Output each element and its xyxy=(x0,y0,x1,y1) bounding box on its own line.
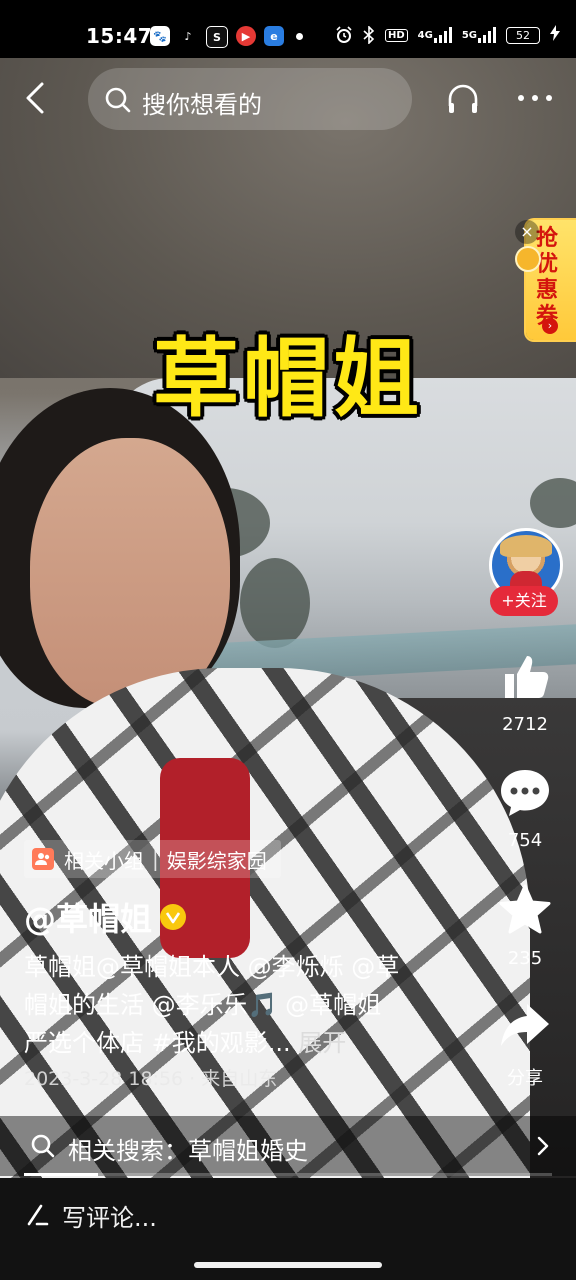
search-input[interactable]: 搜你想看的 xyxy=(88,68,412,130)
follow-button[interactable]: +关注 xyxy=(490,586,558,616)
pen-icon xyxy=(27,1204,49,1226)
home-indicator[interactable] xyxy=(194,1262,382,1268)
post-date-location: 2023-3-28 18:56 · 来自山东 xyxy=(24,1068,278,1090)
author-name-row[interactable]: @草帽姐 xyxy=(24,894,187,940)
signal-5g-icon: 5G xyxy=(462,27,496,43)
comment-bar: 写评论... xyxy=(0,1178,576,1280)
comment-count: 754 xyxy=(507,830,543,851)
group-name: 娱影综家园 xyxy=(166,848,267,873)
browser-icon: e xyxy=(264,26,284,46)
notification-icons: 🐾 ♪ S ▶ e xyxy=(150,26,303,48)
description-text: 严选个体店 #我的观影... xyxy=(24,1029,291,1057)
more-notifications-icon xyxy=(296,33,303,40)
youtube-icon: ▶ xyxy=(236,26,256,46)
status-time: 15:47 xyxy=(86,24,153,48)
alarm-icon xyxy=(335,26,353,44)
baidu-icon: 🐾 xyxy=(150,26,170,46)
avatar-hat xyxy=(500,535,552,557)
progress-fill xyxy=(24,1173,98,1176)
comment-input[interactable]: 写评论... xyxy=(62,1198,157,1233)
search-placeholder: 搜你想看的 xyxy=(142,91,262,119)
search-icon xyxy=(31,1134,55,1158)
like-count: 2712 xyxy=(502,714,548,735)
coin-icon xyxy=(515,246,541,272)
search-icon xyxy=(105,87,131,113)
like-button[interactable]: 2712 xyxy=(484,648,566,735)
back-button[interactable] xyxy=(18,80,54,116)
battery-icon: 52 xyxy=(506,26,540,44)
hd-icon: HD xyxy=(384,28,408,42)
star-icon xyxy=(499,884,551,934)
more-dots-icon xyxy=(518,95,552,101)
status-bar: 15:47 🐾 ♪ S ▶ e HD 4G 5G 52 xyxy=(0,0,576,58)
author-name: @草帽姐 xyxy=(24,900,153,938)
group-icon xyxy=(32,848,54,870)
chevron-right-icon xyxy=(537,1136,549,1156)
favorite-count: 235 xyxy=(507,948,543,969)
chevron-left-icon xyxy=(26,82,44,114)
share-arrow-icon xyxy=(501,1004,549,1046)
person-face xyxy=(30,438,230,708)
expand-link[interactable]: 展开 xyxy=(298,1029,346,1057)
description-line: 草帽姐@草帽姐本人 @李烁烁 @草 xyxy=(24,953,400,981)
favorite-button[interactable]: 235 xyxy=(484,882,566,969)
group-label: 相关小组 xyxy=(64,848,144,873)
coupon-close-button[interactable]: × xyxy=(515,220,539,244)
video-description[interactable]: 草帽姐@草帽姐本人 @李烁烁 @草 帽姐的生活 @李乐乐🎵 @草帽姐 严选个体店… xyxy=(24,948,464,1062)
share-button[interactable]: 分享 xyxy=(484,998,566,1090)
tiktok-icon: ♪ xyxy=(178,26,198,46)
related-search-text: 相关搜索：草帽姐婚史 xyxy=(68,1137,308,1165)
tree xyxy=(240,558,310,648)
more-button[interactable] xyxy=(515,86,555,110)
video-title-overlay: 草帽姐 xyxy=(153,329,423,429)
charging-icon xyxy=(550,25,560,45)
comment-bubble-icon xyxy=(501,770,549,816)
douyin-video-screen: 15:47 🐾 ♪ S ▶ e HD 4G 5G 52 搜你想看的 抢优惠券 ›… xyxy=(0,0,576,1280)
video-progress-bar[interactable] xyxy=(24,1173,552,1176)
close-icon: × xyxy=(520,222,534,241)
listen-button[interactable] xyxy=(446,82,480,116)
related-search-bar[interactable]: 相关搜索：草帽姐婚史 xyxy=(0,1116,576,1176)
bluetooth-icon xyxy=(363,26,375,44)
headphones-icon xyxy=(448,84,478,113)
top-bar: 搜你想看的 xyxy=(0,64,576,136)
description-line: 严选个体店 #我的观影... 展开 xyxy=(24,1024,464,1062)
sf-icon: S xyxy=(206,26,228,48)
related-group-tag[interactable]: 相关小组 | 娱影综家园 xyxy=(24,840,281,878)
share-label: 分享 xyxy=(507,1068,543,1089)
divider: | xyxy=(152,847,159,871)
system-icons: HD 4G 5G 52 xyxy=(335,25,560,45)
signal-4g-icon: 4G xyxy=(418,27,452,43)
thumbs-up-icon xyxy=(505,656,549,698)
description-line: 帽姐的生活 @李乐乐🎵 @草帽姐 xyxy=(24,991,382,1019)
comment-button[interactable]: 754 xyxy=(484,764,566,851)
verified-badge-icon xyxy=(160,904,187,930)
